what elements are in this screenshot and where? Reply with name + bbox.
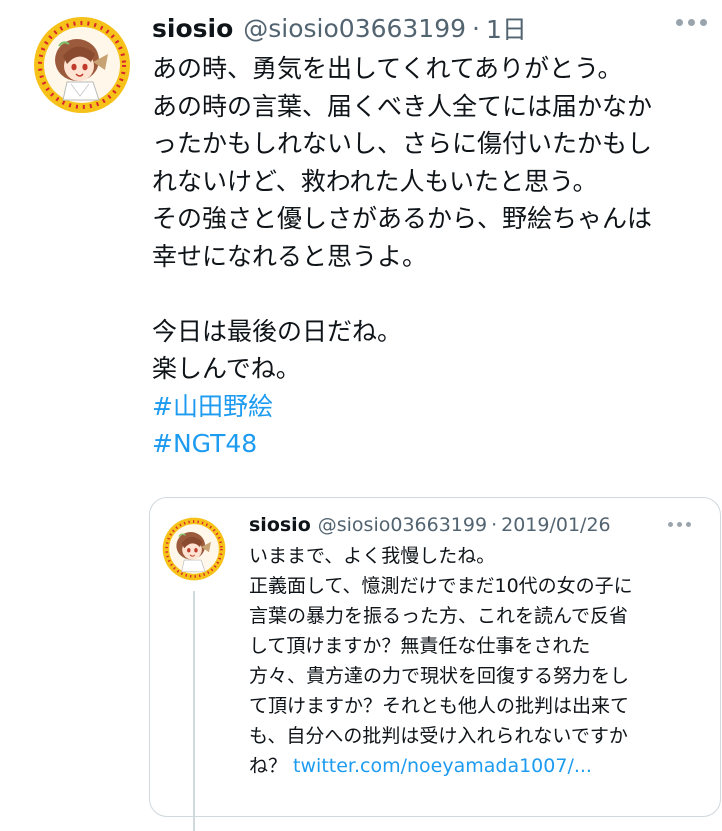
quoted-text-prefix: ね？ (249, 755, 294, 777)
more-dot (668, 522, 673, 527)
user-avatar[interactable] (33, 16, 131, 114)
tweet-link[interactable]: twitter.com/noeyamada1007/... (293, 755, 592, 777)
more-dot (686, 522, 691, 527)
quoted-text-line: て頂けますか？それとも他人の批判は出来て (249, 695, 630, 717)
tweet-text-line: 幸せになれると思うよ。 (152, 241, 428, 271)
tweet[interactable]: siosio @siosio03663199 · 1日 あの時、勇気を出してくれ… (0, 0, 722, 831)
quoted-tweet-header: siosio @siosio03663199 · 2019/01/26 (249, 511, 611, 539)
tweet-text-line: ったかもしれないし、さらに傷付いたかもし (152, 129, 653, 158)
tweet-text-line: れないけど、救われた人もいたと思う。 (152, 166, 598, 196)
hashtag-link[interactable]: #山田野絵 (152, 388, 718, 426)
quoted-date[interactable]: 2019/01/26 (501, 514, 611, 536)
tweet-text-line: その強さと優しさがあるから、野絵ちゃんは (152, 204, 653, 233)
more-horizontal-icon[interactable] (668, 522, 698, 530)
more-dot (688, 19, 695, 26)
tweet-text-line: あの時、勇気を出してくれてありがとう。 (152, 54, 623, 83)
tweet-text-line: 楽しんでね。 (152, 354, 301, 383)
tweet-text-line: あの時の言葉、届くべき人全てには届かなか (152, 91, 653, 121)
user-handle[interactable]: @siosio03663199 (243, 14, 466, 43)
tweet-text: あの時、勇気を出してくれてありがとう。 あの時の言葉、届くべき人全てには届かなか… (152, 50, 718, 463)
quoted-text-line: いままで、よく我慢したね。 (249, 545, 496, 567)
quoted-display-name[interactable]: siosio (249, 514, 311, 536)
more-dot (700, 19, 707, 26)
quoted-text-line: して頂けますか？無責任な仕事をされた (249, 635, 591, 657)
quoted-tweet-text: いままで、よく我慢したね。 正義面して、憶測だけでまだ10代の女の子に 言葉の暴… (249, 541, 709, 781)
thread-line (193, 591, 195, 831)
quoted-user-avatar[interactable] (162, 517, 226, 581)
tweet-text-line: 今日は最後の日だね。 (152, 316, 403, 346)
separator: · (472, 13, 480, 43)
avatar-illustration (162, 517, 226, 581)
quoted-text-line: 方々、貴方達の力で現状を回復する努力をし (249, 665, 630, 687)
avatar-illustration (34, 17, 130, 113)
more-dot (677, 522, 682, 527)
more-horizontal-icon[interactable] (676, 19, 714, 33)
quoted-text-line: 正義面して、憶測だけでまだ10代の女の子に (249, 575, 633, 597)
quoted-text-line: も、自分への批判は受け入れられないですか (249, 725, 628, 747)
quoted-text-line: 言葉の暴力を振るった方、これを読んで反省 (249, 605, 629, 627)
tweet-header: siosio @siosio03663199 · 1日 (152, 10, 527, 46)
quoted-text-last-line: ね？ twitter.com/noeyamada1007/... (249, 751, 709, 781)
hashtag-link[interactable]: #NGT48 (152, 425, 718, 463)
separator: · (491, 514, 498, 536)
more-dot (676, 19, 683, 26)
display-name[interactable]: siosio (152, 14, 233, 43)
timestamp[interactable]: 1日 (486, 10, 527, 46)
quoted-user-handle[interactable]: @siosio03663199 (318, 514, 487, 536)
quoted-tweet-card[interactable]: siosio @siosio03663199 · 2019/01/26 いままで… (149, 497, 721, 831)
